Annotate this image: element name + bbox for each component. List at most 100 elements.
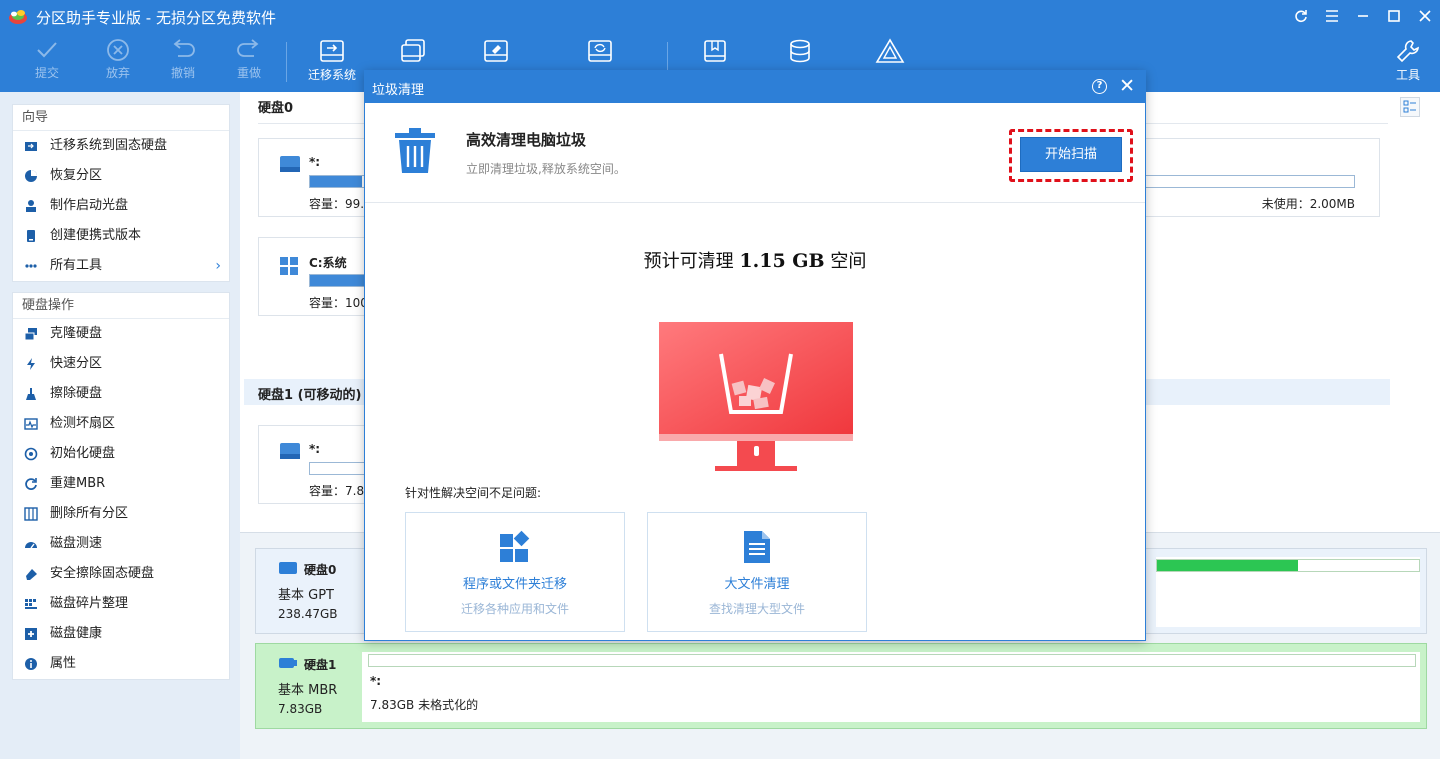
- disk0-map-name: 硬盘0: [304, 563, 337, 577]
- disk0-map-partition[interactable]: [1156, 557, 1420, 627]
- junk-cleanup-dialog: 垃圾清理 ? ✕ 高效清理电脑垃圾 立即清理垃圾,释放系统空间。 开始扫描 预计…: [364, 70, 1146, 641]
- eraser-disk-icon: [484, 40, 508, 62]
- database-icon: [790, 39, 810, 63]
- discard-label: 放弃: [105, 66, 130, 80]
- disk0-partition-card-2[interactable]: C:系统 容量：100.: [258, 237, 379, 316]
- person-disk-icon: [26, 200, 36, 212]
- migrate-os-icon: [25, 142, 37, 151]
- app-migration-card[interactable]: 程序或文件夹迁移 迁移各种应用和文件: [405, 512, 625, 632]
- disk1-map-part-name: *:: [370, 674, 382, 688]
- disk0-map-type: 基本 GPT: [278, 588, 334, 603]
- close-icon[interactable]: [1409, 0, 1440, 32]
- migrate-system-button[interactable]: 迁移系统: [302, 34, 362, 90]
- sidebar-item-label: 磁盘碎片整理: [50, 596, 129, 611]
- disk0-header: 硬盘0: [258, 101, 294, 116]
- book-disk-icon: [704, 40, 726, 62]
- sidebar-item-recover-partition[interactable]: 恢复分区: [13, 161, 229, 191]
- estimate-suffix: 空间: [830, 251, 867, 272]
- refresh-icon[interactable]: [1285, 0, 1316, 32]
- eraser-icon: [26, 569, 37, 580]
- disk1-map-name: 硬盘1: [304, 658, 337, 672]
- sidebar-item-label: 快速分区: [50, 356, 103, 371]
- disk1-map-part-desc: 7.83GB 未格式化的: [370, 698, 479, 712]
- sidebar-item-properties[interactable]: 属性: [13, 649, 229, 679]
- discard-button[interactable]: 放弃: [88, 34, 148, 90]
- disk1-partition-card-1[interactable]: *: 容量：7.83: [258, 425, 379, 504]
- init-icon: [24, 447, 38, 461]
- disk1-map-row[interactable]: 硬盘1 基本 MBR 7.83GB *: 7.83GB 未格式化的: [255, 643, 1427, 729]
- disk0-map-usage-bar: [1156, 559, 1420, 572]
- partition-name: C:系统: [309, 256, 347, 270]
- commit-button[interactable]: 提交: [17, 34, 77, 90]
- estimate-prefix: 预计可清理: [643, 251, 734, 272]
- disk1-map-partition[interactable]: *: 7.83GB 未格式化的: [362, 652, 1420, 722]
- sidebar-item-secure-erase-ssd[interactable]: 安全擦除固态硬盘: [13, 559, 229, 589]
- partition-capacity: 容量：100.: [309, 296, 372, 310]
- dialog-subheading: 立即清理垃圾,释放系统空间。: [466, 162, 626, 176]
- large-file-cleanup-card[interactable]: 大文件清理 查找清理大型文件: [647, 512, 867, 632]
- partition-name: *:: [309, 155, 321, 169]
- clone-disk-icon: [401, 39, 425, 62]
- sidebar-item-label: 磁盘健康: [50, 626, 103, 641]
- window-controls: [1285, 0, 1440, 32]
- sidebar-item-label: 迁移系统到固态硬盘: [50, 138, 168, 153]
- sidebar-item-label: 创建便携式版本: [50, 228, 142, 243]
- windows-icon: [280, 257, 298, 275]
- sidebar-item-label: 所有工具: [50, 258, 103, 273]
- sidebar-item-quick-partition[interactable]: 快速分区: [13, 349, 229, 379]
- speedometer-icon: [25, 542, 37, 549]
- sidebar-item-label: 恢复分区: [50, 168, 103, 183]
- sidebar-item-clone-disk[interactable]: 克隆硬盘: [13, 319, 229, 349]
- recover-disk-icon: [588, 40, 612, 62]
- dialog-close-icon[interactable]: ✕: [1119, 76, 1135, 96]
- disk-ops-panel-title: 硬盘操作: [13, 293, 229, 319]
- portable-icon: [27, 230, 35, 242]
- disk1-map-usage-bar: [368, 654, 1416, 667]
- sidebar-item-migrate-ssd[interactable]: 迁移系统到固态硬盘: [13, 131, 229, 161]
- chevron-right-icon: ›: [215, 258, 221, 274]
- dialog-heading: 高效清理电脑垃圾: [466, 131, 587, 149]
- sidebar-item-label: 属性: [50, 656, 77, 671]
- disk1-map-size: 7.83GB: [278, 702, 323, 716]
- sidebar-item-disk-health[interactable]: 磁盘健康: [13, 619, 229, 649]
- clone-icon: [24, 328, 37, 341]
- tools-button[interactable]: 工具: [1378, 34, 1438, 90]
- hdd-icon: [280, 443, 300, 459]
- undo-button[interactable]: 撤销: [153, 34, 213, 90]
- check-icon: [37, 42, 57, 58]
- sidebar-item-defrag[interactable]: 磁盘碎片整理: [13, 589, 229, 619]
- minimize-icon[interactable]: [1347, 0, 1378, 32]
- redo-button[interactable]: 重做: [219, 34, 279, 90]
- commit-label: 提交: [34, 66, 59, 80]
- disk1-map-type: 基本 MBR: [278, 683, 338, 698]
- view-toggle-icon[interactable]: [1400, 97, 1420, 117]
- app-migration-subtitle: 迁移各种应用和文件: [460, 602, 569, 616]
- trash-can-icon: [395, 128, 435, 173]
- sidebar-item-disk-speed-test[interactable]: 磁盘测速: [13, 529, 229, 559]
- hdd-icon: [280, 156, 300, 172]
- wizard-panel-title: 向导: [13, 105, 229, 131]
- wizard-panel: 向导 迁移系统到固态硬盘 恢复分区 制作启动光盘 创建便携式版本 所有工具 ›: [12, 104, 230, 282]
- disk1-map-info: 硬盘1 基本 MBR 7.83GB: [256, 644, 362, 728]
- pulse-disk-icon: [24, 418, 38, 430]
- maximize-icon[interactable]: [1378, 0, 1409, 32]
- sidebar-item-label: 删除所有分区: [50, 506, 129, 521]
- sidebar-item-rebuild-mbr[interactable]: 重建MBR: [13, 469, 229, 499]
- undo-label: 撤销: [170, 66, 195, 80]
- start-scan-button[interactable]: 开始扫描: [1020, 137, 1122, 172]
- redo-icon: [237, 39, 259, 57]
- sidebar-item-all-tools[interactable]: 所有工具 ›: [13, 251, 229, 281]
- sidebar-item-portable-version[interactable]: 创建便携式版本: [13, 221, 229, 251]
- sidebar-item-check-bad-sectors[interactable]: 检测坏扇区: [13, 409, 229, 439]
- menu-icon[interactable]: [1316, 0, 1347, 32]
- help-icon[interactable]: ?: [1092, 79, 1107, 94]
- sidebar-item-wipe-disk[interactable]: 擦除硬盘: [13, 379, 229, 409]
- triangle-a-icon: [875, 38, 905, 63]
- defrag-icon: [25, 599, 37, 609]
- sidebar-item-delete-all-partitions[interactable]: 删除所有分区: [13, 499, 229, 529]
- sidebar-item-label: 重建MBR: [50, 476, 106, 491]
- sidebar-item-bootable-cd[interactable]: 制作启动光盘: [13, 191, 229, 221]
- tip-text: 针对性解决空间不足问题:: [405, 486, 542, 500]
- window-title: 分区助手专业版 - 无损分区免费软件: [36, 9, 276, 27]
- sidebar-item-init-disk[interactable]: 初始化硬盘: [13, 439, 229, 469]
